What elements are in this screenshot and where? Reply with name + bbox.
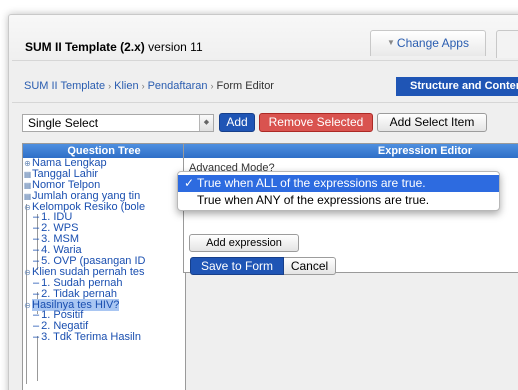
chevron-right-icon: › — [108, 81, 112, 91]
menu-item-all-true[interactable]: ✓ True when ALL of the expressions are tr… — [178, 175, 499, 192]
chevron-right-icon: › — [141, 81, 145, 91]
tree-item-option[interactable]: –3. Tdk Terima Hasiln — [23, 332, 185, 343]
question-tree-panel: Question Tree ⊕Nama Lengkap ▦Tanggal Lah… — [22, 143, 186, 390]
menu-item-any-true[interactable]: True when ANY of the expressions are tru… — [178, 192, 499, 209]
page-frame: SUM II Template (2.x) version 11 ▼ Change… — [0, 0, 518, 390]
breadcrumb-item-form[interactable]: Pendaftaran — [148, 80, 208, 92]
question-tree-list: ⊕Nama Lengkap ▦Tanggal Lahir ▦Nomor Telp… — [23, 158, 185, 384]
remove-selected-button[interactable]: Remove Selected — [259, 113, 373, 132]
select-arrows-icon[interactable]: ◆ — [199, 115, 213, 131]
divider — [12, 102, 518, 103]
expression-editor-title: Expression Editor — [184, 144, 518, 158]
tree-item-option[interactable]: –2. Tidak pernah — [23, 288, 185, 300]
chevron-right-icon: › — [210, 81, 214, 91]
app-name: SUM II Template (2.x) — [25, 40, 145, 54]
breadcrumb-item-module[interactable]: Klien — [114, 80, 138, 92]
question-tree-title: Question Tree — [23, 144, 185, 158]
header-tab[interactable] — [496, 30, 518, 58]
app-title: SUM II Template (2.x) version 11 — [25, 40, 203, 54]
add-expression-button[interactable]: Add expression — [189, 234, 299, 252]
app-version: version 11 — [148, 40, 203, 54]
cancel-button[interactable]: Cancel — [284, 257, 336, 275]
add-select-item-button[interactable]: Add Select Item — [377, 113, 487, 132]
breadcrumb-item-app[interactable]: SUM II Template — [24, 80, 105, 92]
breadcrumb-current: Form Editor — [216, 80, 274, 92]
structure-and-content-button[interactable]: Structure and Content — [396, 77, 518, 96]
change-apps-button[interactable]: ▼ Change Apps — [370, 30, 486, 56]
add-button[interactable]: Add — [219, 113, 255, 132]
checkmark-icon: ✓ — [184, 176, 195, 190]
question-type-select[interactable]: Single Select ◆ — [22, 114, 214, 132]
save-to-form-button[interactable]: Save to Form — [190, 257, 284, 275]
question-type-value: Single Select — [28, 116, 99, 130]
change-apps-label: Change Apps — [396, 36, 469, 50]
expression-mode-menu: ✓ True when ALL of the expressions are tr… — [177, 171, 500, 211]
chevron-down-icon: ▼ — [387, 38, 395, 47]
breadcrumb: SUM II Template › Klien › Pendaftaran › Form E… — [24, 80, 274, 92]
divider — [12, 60, 518, 61]
